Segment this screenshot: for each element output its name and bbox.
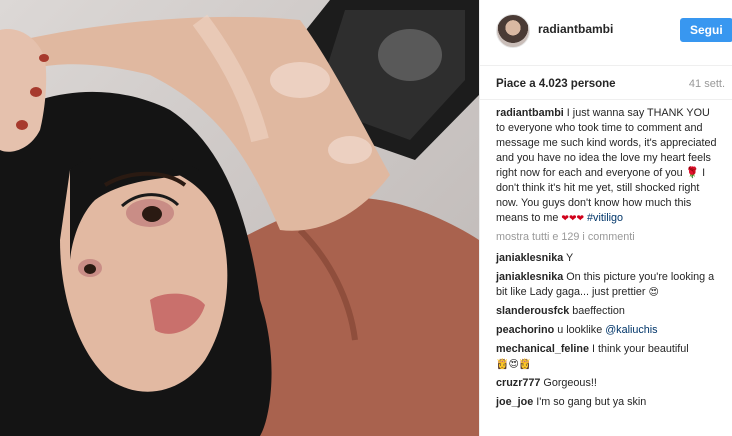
list-item: cruzr777 Gorgeous!! bbox=[496, 376, 721, 391]
comment-author[interactable]: janiaklesnika bbox=[496, 271, 563, 283]
comment-text: I think your beautiful bbox=[592, 343, 689, 355]
follow-button[interactable]: Segui bbox=[680, 18, 732, 42]
comment-author[interactable]: janiaklesnika bbox=[496, 252, 563, 264]
comment-author[interactable]: mechanical_feline bbox=[496, 343, 589, 355]
likes-count[interactable]: Piace a 4.023 persone bbox=[496, 78, 616, 90]
comment-author[interactable]: cruzr777 bbox=[496, 377, 540, 389]
caption: radiantbambi I just wanna say THANK YOU … bbox=[496, 106, 721, 226]
list-item: peachorino u looklike @kaliuchis bbox=[496, 323, 721, 338]
comment-author[interactable]: slanderousfck bbox=[496, 305, 569, 317]
list-item: janiaklesnika Y bbox=[496, 251, 721, 266]
caption-author[interactable]: radiantbambi bbox=[496, 107, 564, 119]
comment-text: baeffection bbox=[572, 305, 625, 317]
mention-link[interactable]: @kaliuchis bbox=[605, 324, 657, 336]
post-side-panel: radiantbambi Segui Piace a 4.023 persone… bbox=[479, 0, 732, 436]
load-more-comments[interactable]: mostra tutti e 129 i commenti bbox=[496, 230, 721, 245]
comments-list: radiantbambi I just wanna say THANK YOU … bbox=[496, 106, 721, 414]
comment-text: I'm so gang but ya skin bbox=[536, 396, 647, 408]
comment-text: Y bbox=[566, 252, 574, 264]
list-item: joe_joe I'm so gang but ya skin bbox=[496, 395, 721, 410]
avatar[interactable] bbox=[496, 14, 530, 48]
comment-author[interactable]: peachorino bbox=[496, 324, 554, 336]
list-item: janiaklesnika On this picture you're loo… bbox=[496, 270, 721, 300]
comment-text: Gorgeous!! bbox=[543, 377, 597, 389]
emoji: 😍 bbox=[648, 287, 659, 298]
emoji: 👸😍👸 bbox=[496, 359, 532, 370]
selfie-image bbox=[0, 0, 479, 436]
post-photo[interactable] bbox=[0, 0, 479, 436]
post-header: radiantbambi Segui bbox=[480, 0, 732, 66]
post-time[interactable]: 41 sett. bbox=[689, 78, 725, 90]
likes-row: Piace a 4.023 persone 41 sett. bbox=[480, 66, 732, 100]
hearts-emoji: ❤❤❤ bbox=[561, 213, 585, 223]
hashtag-link[interactable]: #vitiligo bbox=[587, 212, 623, 224]
list-item: slanderousfck baeffection bbox=[496, 304, 721, 319]
comment-text: u looklike bbox=[557, 324, 603, 336]
list-item: mechanical_feline I think your beautiful… bbox=[496, 342, 721, 372]
caption-text: I just wanna say THANK YOU to everyone w… bbox=[496, 107, 717, 224]
username-link[interactable]: radiantbambi bbox=[538, 22, 613, 36]
comment-author[interactable]: joe_joe bbox=[496, 396, 533, 408]
